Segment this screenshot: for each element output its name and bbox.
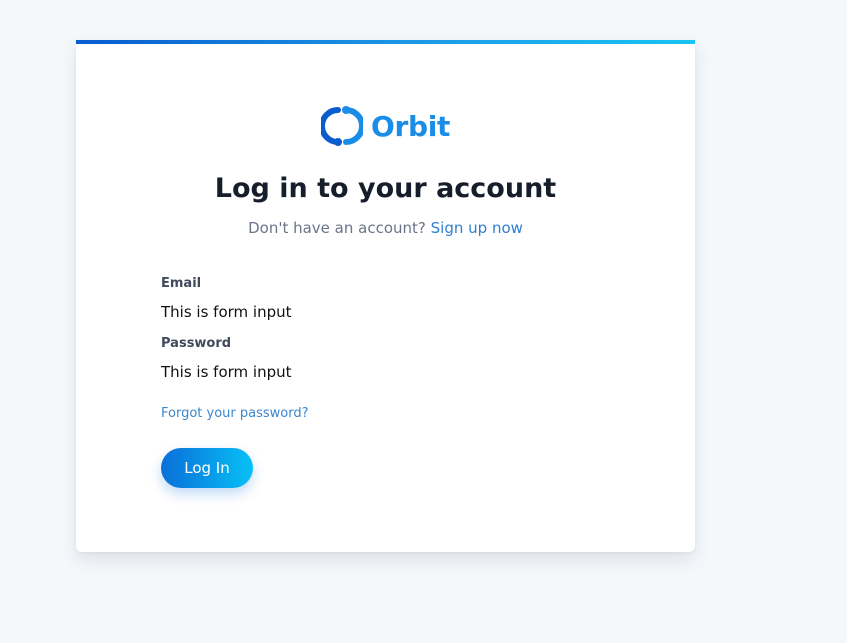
login-button[interactable]: Log In bbox=[161, 448, 253, 488]
brand-name: Orbit bbox=[371, 109, 451, 143]
orbit-logo-icon bbox=[321, 106, 363, 146]
card-accent-bar bbox=[76, 40, 695, 44]
forgot-password-link[interactable]: Forgot your password? bbox=[161, 406, 611, 422]
password-input[interactable] bbox=[161, 362, 461, 382]
signup-prompt-text: Don't have an account? bbox=[248, 219, 426, 237]
signup-link[interactable]: Sign up now bbox=[431, 219, 523, 237]
login-form: Email Password Forgot your password? Log… bbox=[161, 276, 611, 488]
email-group: Email bbox=[161, 276, 611, 322]
brand-logo: Orbit bbox=[321, 102, 450, 150]
email-input[interactable] bbox=[161, 302, 461, 322]
password-label: Password bbox=[161, 336, 232, 351]
signup-prompt: Don't have an account? Sign up now bbox=[76, 219, 695, 237]
password-group: Password bbox=[161, 336, 611, 382]
email-label: Email bbox=[161, 276, 202, 291]
login-card: Orbit Log in to your account Don't have … bbox=[76, 40, 695, 552]
page-title: Log in to your account bbox=[214, 173, 557, 204]
